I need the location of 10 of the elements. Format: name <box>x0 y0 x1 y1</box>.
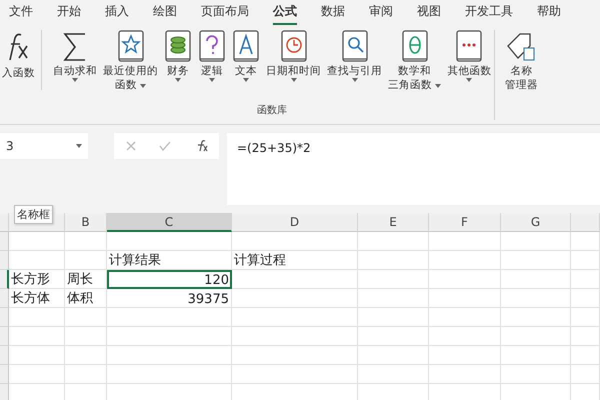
table-cell: 计算过程 <box>232 251 358 270</box>
tooltip: 名称框 <box>14 205 53 224</box>
table-cell: 120 <box>107 270 232 289</box>
group-label: 函数库 <box>256 104 288 118</box>
table-cell: 长方体 <box>9 289 65 308</box>
table-cell: 体积 <box>65 289 107 308</box>
table-cell: 39375 <box>107 289 232 308</box>
table-cell: 长方形 <box>9 270 65 289</box>
table-cell: 计算结果 <box>107 251 232 270</box>
table-cell: 周长 <box>65 270 107 289</box>
